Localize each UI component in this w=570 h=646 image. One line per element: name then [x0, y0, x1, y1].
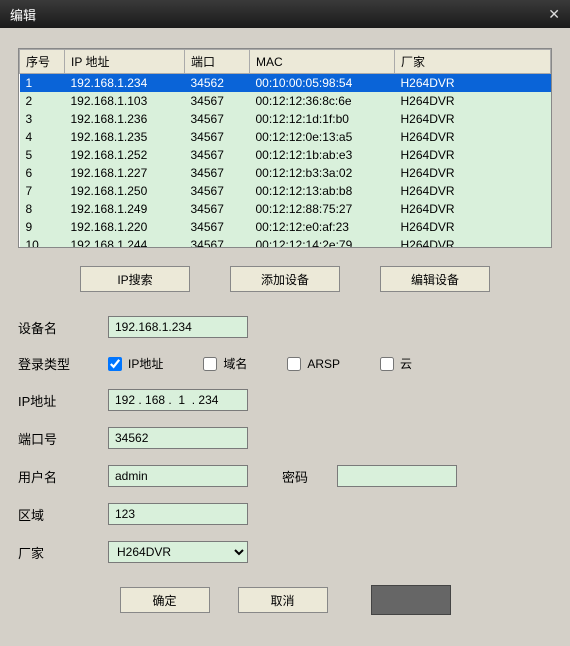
cell-mac: 00:12:12:0e:13:a5 — [250, 128, 395, 146]
disabled-button — [371, 585, 451, 615]
cell-vendor: H264DVR — [395, 236, 551, 248]
ip-input[interactable] — [108, 389, 248, 411]
cell-ip: 192.168.1.250 — [65, 182, 185, 200]
ok-button[interactable]: 确定 — [120, 587, 210, 613]
cell-n: 5 — [20, 146, 65, 164]
titlebar: 编辑 ✕ — [0, 0, 570, 28]
cancel-button[interactable]: 取消 — [238, 587, 328, 613]
cell-mac: 00:12:12:e0:af:23 — [250, 218, 395, 236]
cell-n: 4 — [20, 128, 65, 146]
table-row[interactable]: 3192.168.1.2363456700:12:12:1d:1f:b0H264… — [20, 110, 551, 128]
col-ip[interactable]: IP 地址 — [65, 50, 185, 74]
cell-ip: 192.168.1.244 — [65, 236, 185, 248]
col-vendor[interactable]: 厂家 — [395, 50, 551, 74]
login-type-label: 登录类型 — [18, 354, 108, 373]
cell-mac: 00:12:12:88:75:27 — [250, 200, 395, 218]
cell-vendor: H264DVR — [395, 146, 551, 164]
device-table: 序号 IP 地址 端口 MAC 厂家 1192.168.1.2343456200… — [19, 49, 551, 248]
chk-ip-item[interactable]: IP地址 — [108, 355, 163, 372]
window-title: 编辑 — [10, 5, 36, 24]
cell-mac: 00:10:00:05:98:54 — [250, 74, 395, 93]
table-row[interactable]: 10192.168.1.2443456700:12:12:14:2e:79H26… — [20, 236, 551, 248]
cell-port: 34567 — [185, 164, 250, 182]
area-label: 区域 — [18, 505, 108, 524]
cell-mac: 00:12:12:b3:3a:02 — [250, 164, 395, 182]
cell-n: 6 — [20, 164, 65, 182]
port-input[interactable] — [108, 427, 248, 449]
cell-mac: 00:12:12:1b:ab:e3 — [250, 146, 395, 164]
table-row[interactable]: 1192.168.1.2343456200:10:00:05:98:54H264… — [20, 74, 551, 93]
cell-port: 34567 — [185, 92, 250, 110]
col-seq[interactable]: 序号 — [20, 50, 65, 74]
cell-n: 3 — [20, 110, 65, 128]
cell-ip: 192.168.1.252 — [65, 146, 185, 164]
col-mac[interactable]: MAC — [250, 50, 395, 74]
cell-mac: 00:12:12:36:8c:6e — [250, 92, 395, 110]
chk-ip[interactable] — [108, 357, 122, 371]
cell-vendor: H264DVR — [395, 182, 551, 200]
vendor-select[interactable]: H264DVR — [108, 541, 248, 563]
table-row[interactable]: 4192.168.1.2353456700:12:12:0e:13:a5H264… — [20, 128, 551, 146]
cell-port: 34567 — [185, 236, 250, 248]
close-icon[interactable]: ✕ — [548, 6, 560, 23]
user-input[interactable] — [108, 465, 248, 487]
table-row[interactable]: 8192.168.1.2493456700:12:12:88:75:27H264… — [20, 200, 551, 218]
cell-n: 9 — [20, 218, 65, 236]
edit-device-button[interactable]: 编辑设备 — [380, 266, 490, 292]
chk-arsp-item[interactable]: ARSP — [287, 357, 340, 371]
cell-vendor: H264DVR — [395, 74, 551, 93]
cell-mac: 00:12:12:14:2e:79 — [250, 236, 395, 248]
cell-n: 1 — [20, 74, 65, 93]
cell-n: 2 — [20, 92, 65, 110]
device-name-label: 设备名 — [18, 318, 108, 337]
cell-ip: 192.168.1.103 — [65, 92, 185, 110]
cell-vendor: H264DVR — [395, 92, 551, 110]
cell-port: 34567 — [185, 128, 250, 146]
cell-port: 34567 — [185, 200, 250, 218]
cell-vendor: H264DVR — [395, 218, 551, 236]
cell-ip: 192.168.1.235 — [65, 128, 185, 146]
chk-arsp[interactable] — [287, 357, 301, 371]
vendor-label: 厂家 — [18, 543, 108, 562]
chk-cloud[interactable] — [380, 357, 394, 371]
cell-ip: 192.168.1.236 — [65, 110, 185, 128]
add-device-button[interactable]: 添加设备 — [230, 266, 340, 292]
area-input[interactable] — [108, 503, 248, 525]
device-table-container: 序号 IP 地址 端口 MAC 厂家 1192.168.1.2343456200… — [18, 48, 552, 248]
table-row[interactable]: 5192.168.1.2523456700:12:12:1b:ab:e3H264… — [20, 146, 551, 164]
cell-port: 34567 — [185, 146, 250, 164]
cell-n: 8 — [20, 200, 65, 218]
cell-n: 10 — [20, 236, 65, 248]
cell-ip: 192.168.1.234 — [65, 74, 185, 93]
cell-vendor: H264DVR — [395, 200, 551, 218]
cell-n: 7 — [20, 182, 65, 200]
cell-mac: 00:12:12:1d:1f:b0 — [250, 110, 395, 128]
cell-port: 34567 — [185, 218, 250, 236]
cell-mac: 00:12:12:13:ab:b8 — [250, 182, 395, 200]
pwd-input[interactable] — [337, 465, 457, 487]
cell-port: 34567 — [185, 110, 250, 128]
chk-domain-item[interactable]: 域名 — [203, 355, 247, 372]
cell-ip: 192.168.1.227 — [65, 164, 185, 182]
port-label: 端口号 — [18, 429, 108, 448]
ip-search-button[interactable]: IP搜索 — [80, 266, 190, 292]
table-row[interactable]: 6192.168.1.2273456700:12:12:b3:3a:02H264… — [20, 164, 551, 182]
cell-ip: 192.168.1.249 — [65, 200, 185, 218]
table-row[interactable]: 9192.168.1.2203456700:12:12:e0:af:23H264… — [20, 218, 551, 236]
user-label: 用户名 — [18, 467, 108, 486]
ip-label: IP地址 — [18, 391, 108, 410]
col-port[interactable]: 端口 — [185, 50, 250, 74]
table-row[interactable]: 2192.168.1.1033456700:12:12:36:8c:6eH264… — [20, 92, 551, 110]
table-row[interactable]: 7192.168.1.2503456700:12:12:13:ab:b8H264… — [20, 182, 551, 200]
cell-vendor: H264DVR — [395, 164, 551, 182]
cell-ip: 192.168.1.220 — [65, 218, 185, 236]
cell-vendor: H264DVR — [395, 128, 551, 146]
chk-cloud-item[interactable]: 云 — [380, 355, 412, 372]
pwd-label: 密码 — [282, 467, 332, 486]
cell-port: 34562 — [185, 74, 250, 93]
cell-vendor: H264DVR — [395, 110, 551, 128]
chk-domain[interactable] — [203, 357, 217, 371]
cell-port: 34567 — [185, 182, 250, 200]
device-name-input[interactable] — [108, 316, 248, 338]
